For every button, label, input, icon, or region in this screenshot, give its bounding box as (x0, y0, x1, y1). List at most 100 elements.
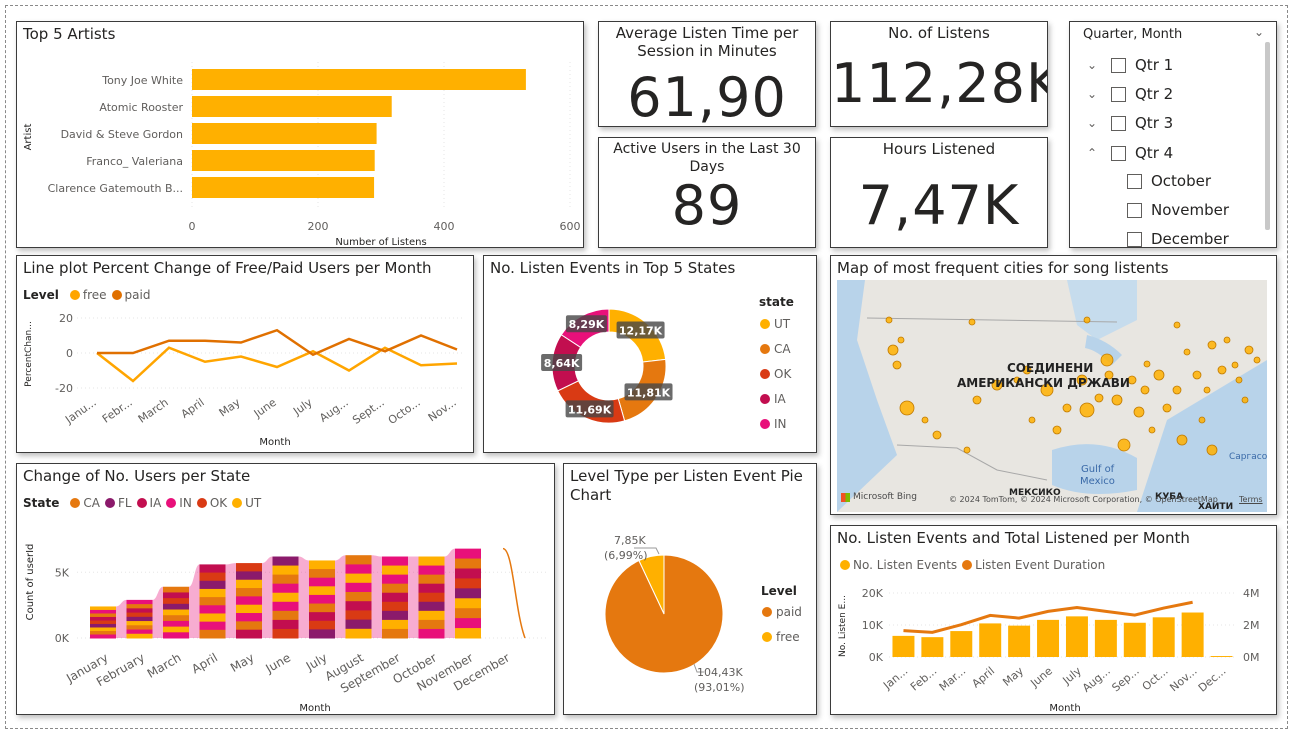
ribbon-segment (309, 612, 335, 622)
active-users-card[interactable]: Active Users in the Last 30 Days 89 (598, 137, 816, 248)
slicer-item-label: December (1151, 230, 1229, 248)
top-artists-visual[interactable]: Top 5 Artists 0 200 400 600 Tony Joe White At… (16, 21, 584, 248)
chevron-down-icon[interactable]: ⌄ (1254, 25, 1264, 39)
checkbox[interactable] (1111, 86, 1126, 102)
legend-dot (762, 632, 772, 642)
report-canvas: Top 5 Artists 0 200 400 600 Tony Joe White At… (5, 5, 1288, 729)
x-tick-label: Sept... (350, 396, 387, 427)
map-terms-link[interactable]: Terms (1239, 495, 1263, 504)
ribbon-segment (345, 582, 372, 593)
ribbon-tail (502, 547, 526, 639)
legend-item-IN: IN (774, 417, 787, 431)
ribbon-segment (382, 601, 408, 612)
map-water-label: Саргасово (1229, 452, 1267, 462)
ribbon-segment (309, 603, 335, 613)
ribbon-segment (126, 599, 153, 605)
ribbon-segment (90, 623, 116, 628)
x-tick-label: June (262, 650, 293, 676)
slicer-item-qtr2[interactable]: ⌄ Qtr 2 (1085, 85, 1173, 103)
bar (1181, 612, 1204, 657)
x-axis-label: Month (299, 703, 330, 714)
x-tick-label: Nov... (1167, 664, 1199, 694)
legend-item-OK: OK (774, 367, 792, 381)
bar (1210, 656, 1233, 657)
ribbon-segment (126, 608, 153, 614)
ribbon-segment (309, 586, 335, 596)
checkbox[interactable] (1111, 57, 1126, 73)
checkbox[interactable] (1127, 202, 1142, 218)
states-donut-visual[interactable]: No. Listen Events in Top 5 States 12,17K… (483, 255, 817, 453)
avg-listen-card[interactable]: Average Listen Time per Session in Minut… (598, 21, 816, 127)
ribbon-segment (455, 558, 481, 569)
ribbon-segment (126, 629, 153, 635)
chevron-down-icon[interactable]: ⌄ (1085, 87, 1099, 101)
ribbon-segment (418, 610, 445, 621)
ribbon-segment (272, 592, 299, 603)
map-canvas[interactable]: СОЕДИНЕНИ АМЕРИКАНСКИ ДРЖАВИ Gulf of Mex… (837, 280, 1267, 512)
data-label: 11,81K (627, 386, 671, 399)
bar (1123, 622, 1146, 657)
slicer-item-qtr1[interactable]: ⌄ Qtr 1 (1085, 56, 1173, 74)
avg-listen-card-title: Average Listen Time per Session in Minut… (615, 24, 799, 60)
free-paid-line-visual[interactable]: Line plot Percent Change of Free/Paid Us… (16, 255, 474, 453)
y2-tick-label: 4M (1243, 587, 1260, 600)
listens-card-value: 112,28K (831, 52, 1048, 115)
ribbon-segment (382, 619, 408, 630)
pacific-ocean (837, 280, 897, 512)
chevron-down-icon[interactable]: ⌄ (1085, 58, 1099, 72)
ribbon-segment (236, 588, 262, 597)
city-bubble (972, 395, 982, 405)
ribbon-segment (455, 548, 481, 560)
slicer-item-qtr4[interactable]: ⌃ Qtr 4 (1085, 144, 1173, 162)
x-tick-label: Febr... (100, 396, 135, 426)
city-bubble (1176, 434, 1188, 446)
checkbox[interactable] (1111, 115, 1126, 131)
x-tick-label: Octo... (386, 396, 423, 427)
legend-dot (760, 344, 770, 354)
ribbon-segment (126, 633, 153, 639)
slicer-item-december[interactable]: December (1127, 230, 1229, 248)
checkbox[interactable] (1111, 145, 1126, 161)
data-label-percent: (93,01%) (694, 681, 745, 694)
hours-card[interactable]: Hours Listened 7,47K (830, 137, 1048, 248)
ribbon-connector (152, 586, 163, 638)
users-per-state-visual[interactable]: Change of No. Users per State State CA FL… (16, 463, 555, 715)
legend-title: Level (761, 584, 797, 598)
slicer-scrollbar[interactable] (1265, 42, 1270, 230)
ribbon-segment (163, 615, 189, 622)
ribbon-segment (90, 609, 116, 614)
quarter-month-slicer[interactable]: Quarter, Month ⌄ ⌄ Qtr 1 ⌄ Qtr 2 ⌄ Qtr 3 ⌃ Q… (1069, 21, 1277, 248)
y-tick-label: 5K (55, 566, 70, 579)
ribbon-segment (382, 565, 408, 576)
x-tick-label: Janu... (62, 396, 98, 427)
x-tick-label: May (217, 396, 243, 420)
x-tick-label: Nov... (426, 396, 459, 424)
ribbon-segment (126, 621, 153, 626)
chevron-up-icon[interactable]: ⌃ (1085, 146, 1099, 160)
listens-card[interactable]: No. of Listens 112,28K (830, 21, 1048, 127)
ribbon-segment (272, 565, 299, 576)
map-water-label: Mexico (1080, 476, 1115, 487)
slicer-item-qtr3[interactable]: ⌄ Qtr 3 (1085, 114, 1173, 132)
level-pie-visual[interactable]: Level Type per Listen Event Pie Chart 7,… (563, 463, 817, 715)
ribbon-segment (236, 613, 262, 622)
city-map-visual[interactable]: Map of most frequent cities for song lis… (830, 255, 1277, 515)
slicer-item-label: Qtr 4 (1135, 144, 1174, 162)
city-bubble (1198, 416, 1206, 424)
checkbox[interactable] (1127, 231, 1142, 247)
x-tick-label: Mar... (937, 664, 969, 693)
map-title: Map of most frequent cities for song lis… (837, 259, 1169, 277)
ribbon-segment (345, 573, 372, 584)
atlantic-ocean (1137, 360, 1267, 512)
slicer-item-november[interactable]: November (1127, 201, 1229, 219)
slicer-item-october[interactable]: October (1127, 172, 1211, 190)
ribbon-connector (444, 548, 455, 638)
city-bubble (1173, 321, 1181, 329)
x-tick-label: May (1000, 664, 1026, 689)
chevron-down-icon[interactable]: ⌄ (1085, 116, 1099, 130)
bar (950, 631, 973, 657)
checkbox[interactable] (1127, 173, 1142, 189)
monthly-combo-visual[interactable]: No. Listen Events and Total Listened per… (830, 525, 1277, 715)
ribbon-segment (309, 577, 335, 587)
map-country-label: СОЕДИНЕНИ (1007, 361, 1094, 375)
